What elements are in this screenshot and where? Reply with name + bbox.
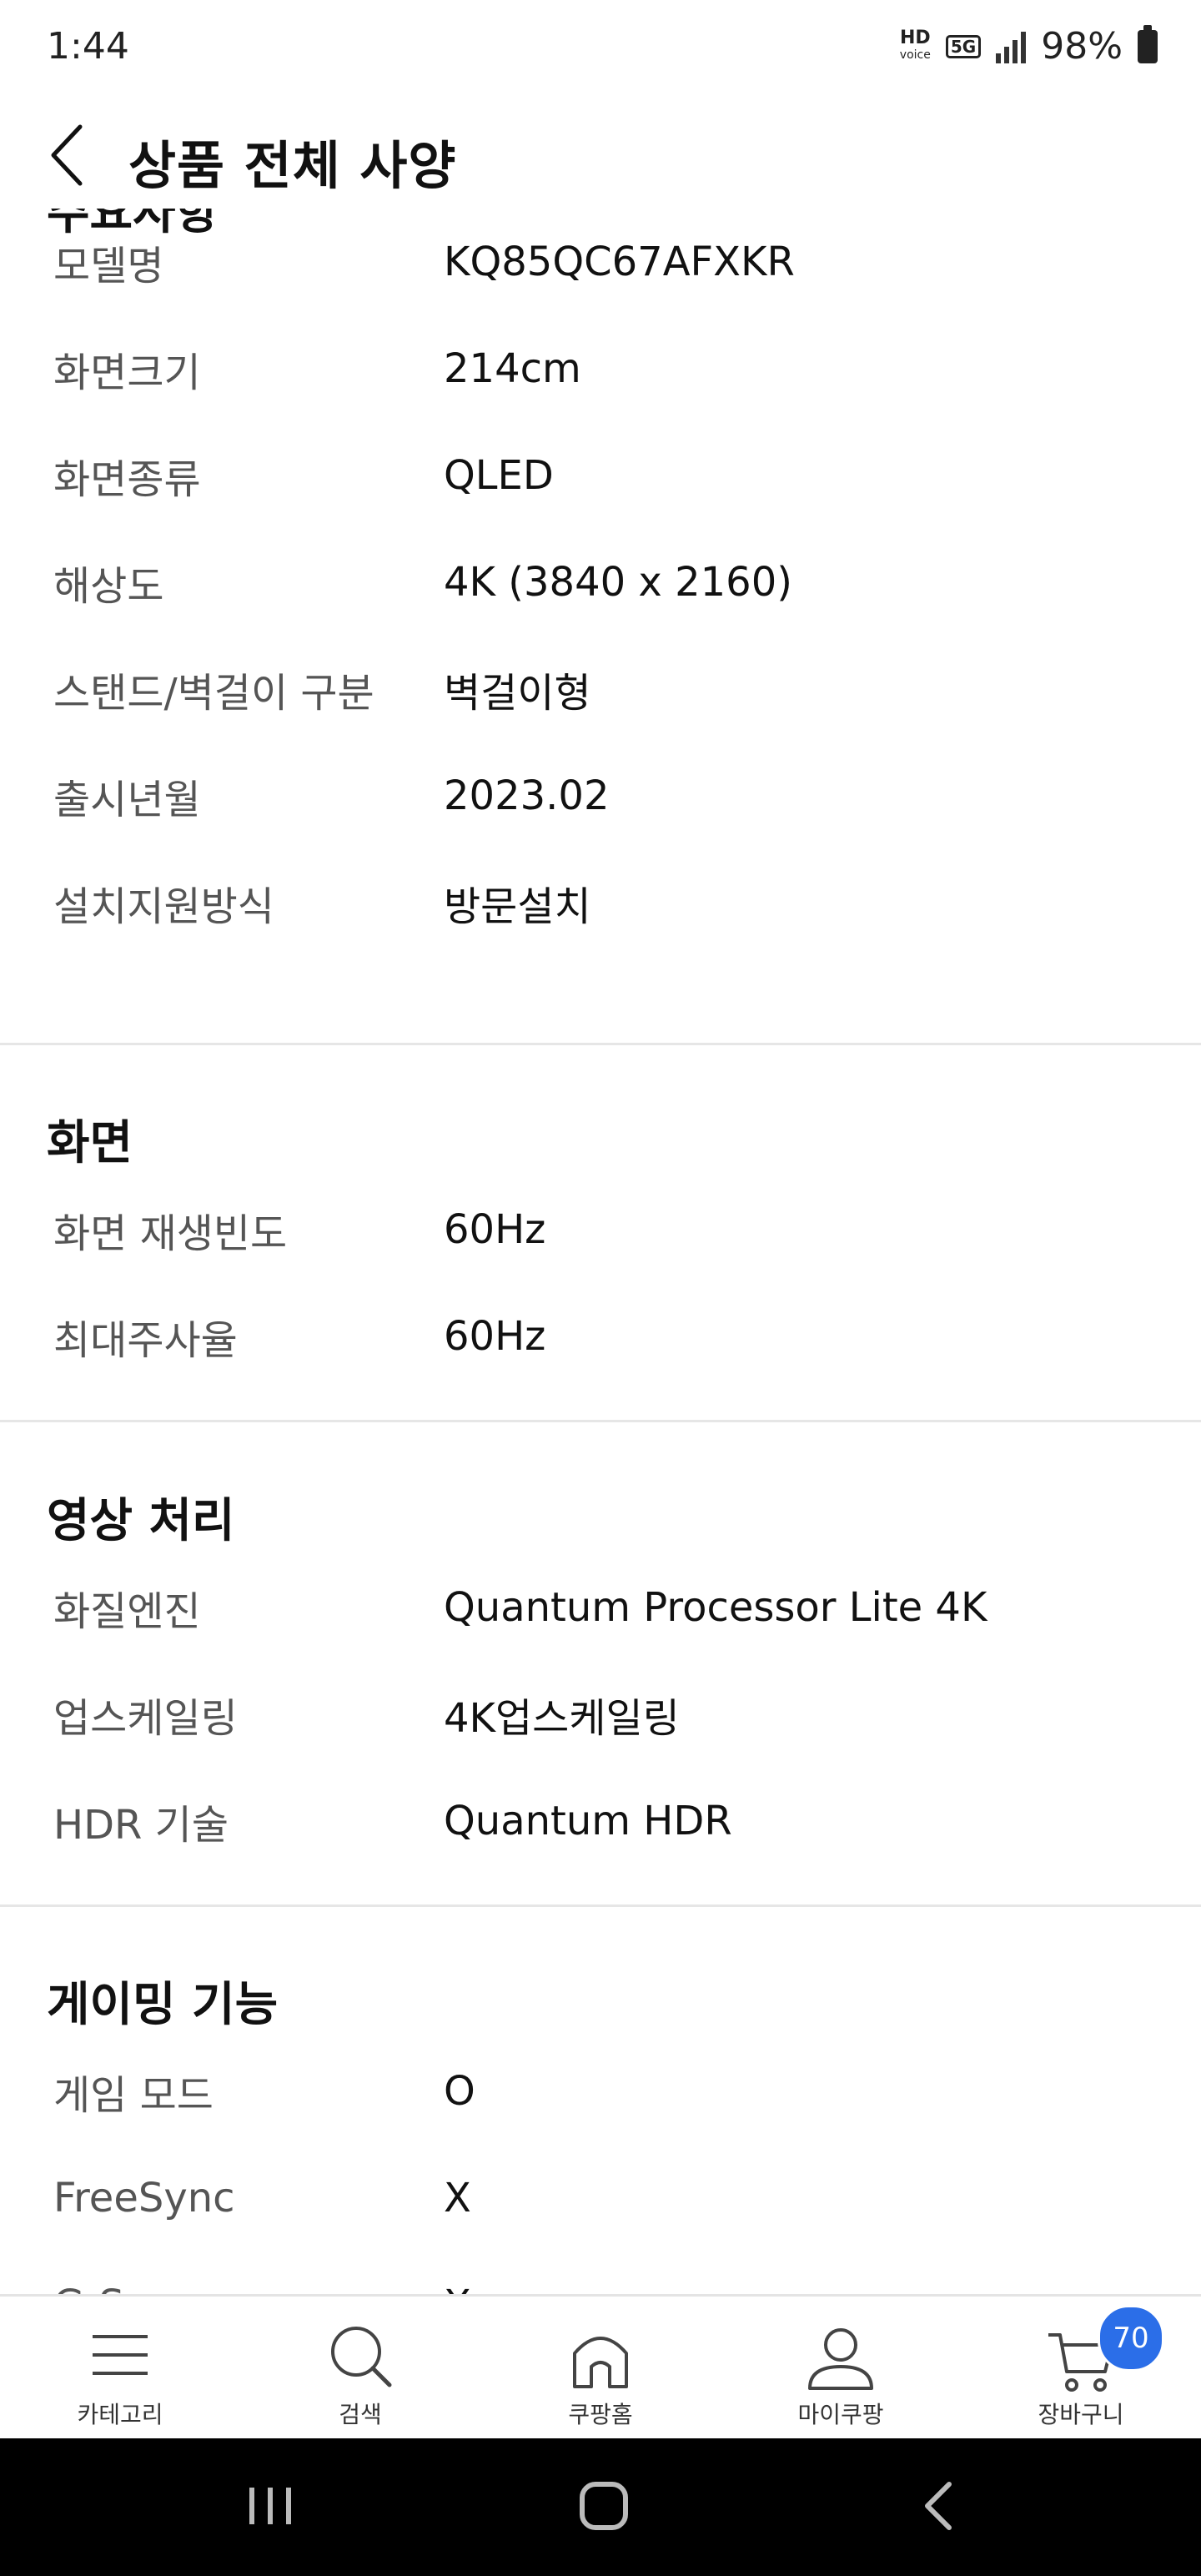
spec-label: FreeSync <box>53 2175 235 2221</box>
spec-label: 최대주사율 <box>53 1317 238 1364</box>
network-5g-icon: 5G <box>945 34 982 58</box>
spec-value: O <box>444 2068 475 2115</box>
spec-label: HDR 기술 <box>53 1802 229 1849</box>
spec-row: G-S X <box>0 2251 1201 2294</box>
nav-label: 마이쿠팡 <box>797 2401 884 2428</box>
battery-percent: 98% <box>1041 25 1123 68</box>
spec-row: 업스케일링 4K업스케일링 <box>0 1661 1201 1768</box>
nav-item-home[interactable]: 쿠팡홈 <box>480 2297 721 2438</box>
spec-value: 214cm <box>444 345 581 392</box>
nav-label: 쿠팡홈 <box>568 2401 633 2428</box>
home-icon <box>573 2337 628 2388</box>
spec-label: 스탠드/벽걸이 구분 <box>53 670 374 717</box>
section-divider <box>0 1904 1201 1907</box>
section-title-video: 영상 처리 <box>47 1494 235 1548</box>
spec-value: QLED <box>444 452 554 499</box>
nav-label: 검색 <box>339 2401 382 2428</box>
nav-item-search[interactable]: 검색 <box>240 2297 480 2438</box>
spec-label: 모델명 <box>53 243 164 289</box>
spec-value: 4K업스케일링 <box>444 1695 680 1742</box>
spec-value: Quantum Processor Lite 4K <box>444 1584 987 1631</box>
recent-apps-icon[interactable] <box>237 2473 304 2539</box>
spec-content[interactable]: 주요사항 모델명 KQ85QC67AFXKR 화면크기 214cm 화면종류 Q… <box>0 209 1201 2294</box>
home-button-icon[interactable] <box>570 2473 637 2539</box>
cart-count-badge: 70 <box>1098 2305 1164 2372</box>
spec-row: 화질엔진 Quantum Processor Lite 4K <box>0 1554 1201 1661</box>
spec-value: 60Hz <box>444 1206 546 1253</box>
spec-label: 설치지원방식 <box>53 883 274 930</box>
search-icon <box>331 2327 392 2387</box>
spec-row: 최대주사율 60Hz <box>0 1283 1201 1390</box>
spec-label: 출시년월 <box>53 777 201 823</box>
hd-voice-icon: HD voice <box>899 27 931 62</box>
status-bar: 1:44 HD voice 5G 98% <box>0 0 1201 100</box>
chevron-left-icon[interactable] <box>47 122 97 189</box>
system-nav-bar <box>0 2436 1201 2576</box>
page-header: 상품 전체 사양 <box>0 100 1201 209</box>
spec-row: 설치지원방식 방문설치 <box>0 849 1201 956</box>
nav-item-mypage[interactable]: 마이쿠팡 <box>721 2297 961 2438</box>
spec-label: 해상도 <box>53 563 164 610</box>
spec-value: 60Hz <box>444 1313 546 1360</box>
section-divider <box>0 1043 1201 1045</box>
section-divider <box>0 1420 1201 1422</box>
status-icons: HD voice 5G 98% <box>899 24 1158 68</box>
spec-row: 게임 모드 O <box>0 2038 1201 2145</box>
nav-item-cart[interactable]: 70 장바구니 <box>961 2297 1201 2438</box>
spec-value: X <box>444 2282 471 2294</box>
spec-value: KQ85QC67AFXKR <box>444 239 795 285</box>
bottom-nav: 카테고리 검색 쿠팡홈 마이쿠팡 70 장바구니 <box>0 2294 1201 2438</box>
menu-icon <box>93 2335 148 2375</box>
spec-row: FreeSync X <box>0 2145 1201 2251</box>
page-title: 상품 전체 사양 <box>128 135 457 196</box>
spec-label: 게임 모드 <box>53 2072 214 2119</box>
spec-value: 2023.02 <box>444 772 610 819</box>
battery-icon <box>1138 24 1158 63</box>
back-button-icon[interactable] <box>907 2473 974 2539</box>
spec-row: 화면 재생빈도 60Hz <box>0 1176 1201 1283</box>
spec-value: Quantum HDR <box>444 1798 732 1844</box>
nav-item-category[interactable]: 카테고리 <box>0 2297 240 2438</box>
spec-label: 화질엔진 <box>53 1588 201 1635</box>
spec-row: HDR 기술 Quantum HDR <box>0 1768 1201 1874</box>
spec-value: X <box>444 2175 471 2221</box>
spec-row: 해상도 4K (3840 x 2160) <box>0 529 1201 636</box>
nav-label: 장바구니 <box>1038 2401 1124 2428</box>
spec-label: 화면종류 <box>53 456 201 503</box>
spec-row: 스탠드/벽걸이 구분 벽걸이형 <box>0 636 1201 742</box>
section-title-gaming: 게이밍 기능 <box>47 1978 279 2032</box>
person-icon <box>808 2328 873 2390</box>
spec-row: 화면종류 QLED <box>0 422 1201 529</box>
spec-label: G-S <box>53 2282 124 2294</box>
spec-value: 벽걸이형 <box>444 670 591 717</box>
section-title-screen: 화면 <box>47 1116 133 1170</box>
nav-label: 카테고리 <box>77 2401 163 2428</box>
spec-label: 화면크기 <box>53 350 201 396</box>
status-time: 1:44 <box>47 25 129 68</box>
signal-icon <box>996 30 1027 63</box>
spec-row: 출시년월 2023.02 <box>0 742 1201 849</box>
spec-value: 방문설치 <box>444 883 591 930</box>
spec-value: 4K (3840 x 2160) <box>444 559 792 606</box>
spec-row: 화면크기 214cm <box>0 315 1201 422</box>
spec-label: 업스케일링 <box>53 1695 238 1742</box>
spec-row: 모델명 KQ85QC67AFXKR <box>0 209 1201 315</box>
spec-label: 화면 재생빈도 <box>53 1210 288 1257</box>
